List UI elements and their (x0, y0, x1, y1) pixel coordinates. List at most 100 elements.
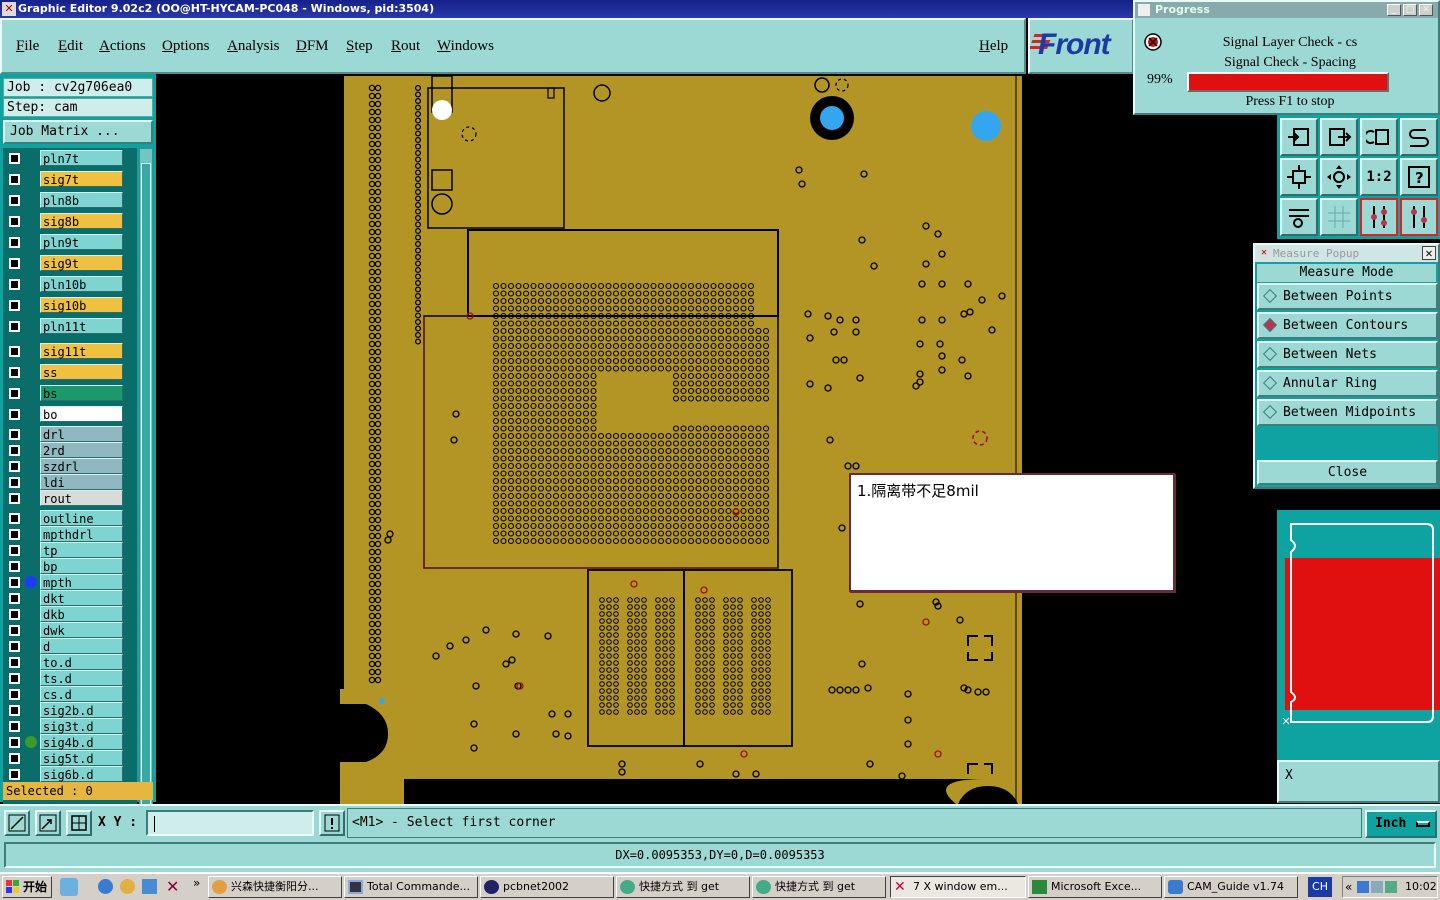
layer-row-sig7t[interactable]: sig7t (3, 171, 137, 187)
layer-row-ts-d[interactable]: ts.d (3, 670, 137, 686)
layer-name[interactable]: szdrl (40, 458, 123, 474)
layer-checkbox[interactable] (9, 477, 20, 488)
tray-expand-icon[interactable]: « (1345, 877, 1352, 897)
layer-row-szdrl[interactable]: szdrl (3, 458, 137, 474)
alert-button[interactable] (319, 810, 345, 836)
layer-name[interactable]: sig8b (40, 213, 123, 229)
layer-name[interactable]: mpth (40, 574, 123, 590)
layer-name[interactable]: d (40, 638, 123, 654)
layer-checkbox[interactable] (9, 513, 20, 524)
layer-row-outline[interactable]: outline (3, 510, 137, 526)
layer-checkbox[interactable] (9, 279, 20, 290)
layer-row-to-d[interactable]: to.d (3, 654, 137, 670)
taskbar-item[interactable]: Microsoft Exce... (1028, 876, 1162, 898)
menu-actions[interactable]: Actions (99, 38, 146, 55)
snap-grid-button[interactable] (66, 810, 92, 836)
graphic-canvas[interactable] (156, 74, 1276, 804)
quick-launch-outlook-icon[interactable] (142, 879, 157, 894)
layer-checkbox[interactable] (9, 657, 20, 668)
taskbar-item[interactable]: Total Commande... (344, 876, 478, 898)
layer-checkbox[interactable] (9, 346, 20, 357)
menu-dfm[interactable]: DFM (296, 38, 329, 55)
layer-name[interactable]: drl (40, 426, 123, 442)
pan-right-button[interactable] (1320, 118, 1358, 156)
layer-checkbox[interactable] (9, 445, 20, 456)
layer-name[interactable]: mpthdrl (40, 526, 123, 542)
layer-name[interactable]: pln9t (40, 234, 123, 250)
taskbar-item[interactable]: CAM_Guide v1.74 (1164, 876, 1298, 898)
layer-checkbox[interactable] (9, 641, 20, 652)
measure-option-between-nets[interactable]: Between Nets (1257, 341, 1438, 368)
layer-row-ss[interactable]: ss (3, 364, 137, 380)
layer-row-sig6b-d[interactable]: sig6b.d (3, 766, 137, 782)
pcb-drawing[interactable] (156, 74, 1276, 804)
layer-row-drl[interactable]: drl (3, 426, 137, 442)
scrollbar-thumb[interactable] (141, 163, 151, 837)
layer-row-pln11t[interactable]: pln11t (3, 318, 137, 334)
job-matrix-button[interactable]: Job Matrix ... (3, 120, 153, 144)
layer-row-dkt[interactable]: dkt (3, 590, 137, 606)
layer-checkbox[interactable] (9, 493, 20, 504)
measure-option-between-points[interactable]: Between Points (1257, 283, 1438, 310)
layer-checkbox[interactable] (9, 216, 20, 227)
layer-name[interactable]: sig9t (40, 255, 123, 271)
layer-row-rout[interactable]: rout (3, 490, 137, 506)
snap-center-button[interactable] (35, 810, 61, 836)
quick-launch-clock-icon[interactable] (120, 879, 135, 894)
layer-checkbox[interactable] (9, 195, 20, 206)
layer-name[interactable]: sig6b.d (40, 766, 123, 782)
layer-row-bo[interactable]: bo (3, 406, 137, 422)
xy-input[interactable] (146, 810, 314, 836)
menu-options[interactable]: Options (162, 38, 210, 55)
layer-checkbox[interactable] (9, 409, 20, 420)
layer-checkbox[interactable] (9, 237, 20, 248)
layer-name[interactable]: 2rd (40, 442, 123, 458)
layer-row-sig11t[interactable]: sig11t (3, 343, 137, 359)
layer-name[interactable]: bs (40, 385, 123, 401)
close-window-button[interactable]: ✕ (1419, 4, 1433, 16)
layer-name[interactable]: pln8b (40, 192, 123, 208)
measure-option-annular-ring[interactable]: Annular Ring (1257, 370, 1438, 397)
layer-name[interactable]: sig5t.d (40, 750, 123, 766)
layer-checkbox[interactable] (9, 769, 20, 780)
layer-name[interactable]: sig3t.d (40, 718, 123, 734)
start-button[interactable]: 开始 (2, 876, 52, 898)
layer-checkbox[interactable] (9, 461, 20, 472)
taskbar-item[interactable]: 快捷方式 到 get (616, 876, 750, 898)
layer-checkbox[interactable] (9, 673, 20, 684)
zoom-1to2-button[interactable]: 1:2 (1360, 158, 1398, 196)
layer-row-cs-d[interactable]: cs.d (3, 686, 137, 702)
layer-name[interactable]: dkt (40, 590, 123, 606)
layer-checkbox[interactable] (9, 529, 20, 540)
layer-name[interactable]: dwk (40, 622, 123, 638)
maximize-button[interactable]: □ (1403, 4, 1417, 16)
layer-name[interactable]: rout (40, 490, 123, 506)
layer-row-sig10b[interactable]: sig10b (3, 297, 137, 313)
layer-name[interactable]: cs.d (40, 686, 123, 702)
layer-name[interactable]: ts.d (40, 670, 123, 686)
tray-network-icon[interactable] (1357, 881, 1369, 893)
layer-name[interactable]: dkb (40, 606, 123, 622)
grid-button[interactable] (1320, 198, 1358, 236)
layer-name[interactable]: sig11t (40, 343, 123, 359)
layer-checkbox[interactable] (9, 705, 20, 716)
layer-row-sig2b-d[interactable]: sig2b.d (3, 702, 137, 718)
layer-row-sig3t-d[interactable]: sig3t.d (3, 718, 137, 734)
menu-rout[interactable]: Rout (391, 38, 420, 55)
snap-settings-button[interactable] (1280, 198, 1318, 236)
layer-checkbox[interactable] (9, 737, 20, 748)
layer-row-ldi[interactable]: ldi (3, 474, 137, 490)
layer-row-bs[interactable]: bs (3, 385, 137, 401)
quick-launch-ie-icon[interactable] (98, 879, 113, 894)
layer-name[interactable]: pln11t (40, 318, 123, 334)
zoom-back-button[interactable] (1360, 118, 1398, 156)
menu-file[interactable]: File (16, 38, 39, 55)
net-highlight-button[interactable] (1360, 198, 1398, 236)
layer-name[interactable]: ss (40, 364, 123, 380)
fit-page-button[interactable] (1280, 158, 1318, 196)
layer-row-mpthdrl[interactable]: mpthdrl (3, 526, 137, 542)
layer-row-pln10b[interactable]: pln10b (3, 276, 137, 292)
quick-launch-more-icon[interactable]: » (193, 876, 200, 890)
layer-row-tp[interactable]: tp (3, 542, 137, 558)
layer-checkbox[interactable] (9, 153, 20, 164)
